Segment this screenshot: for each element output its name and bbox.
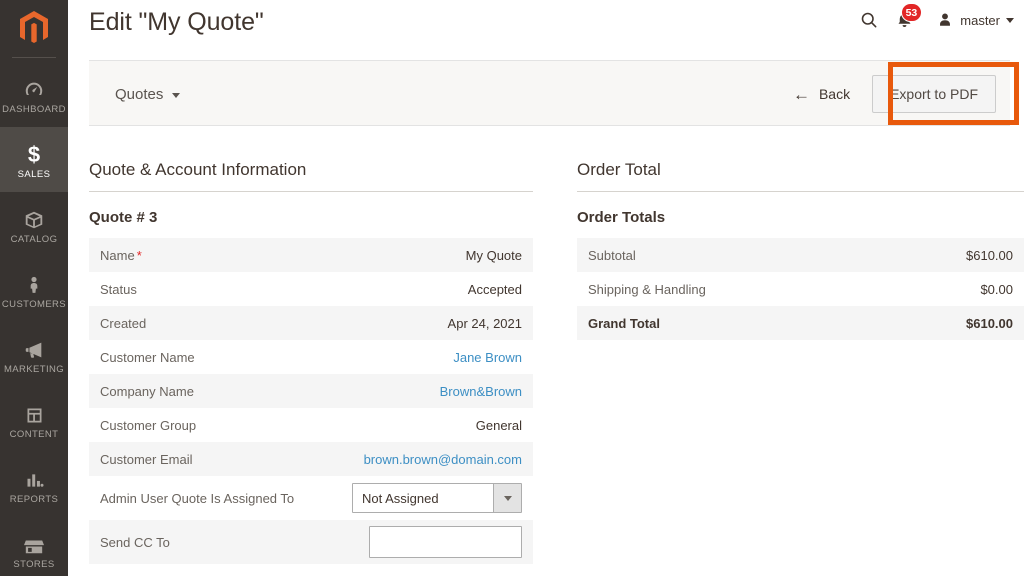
admin-sidebar: DASHBOARD $ SALES CATALOG CUSTOMERS MARK… bbox=[0, 0, 68, 576]
section-title: Order Total bbox=[577, 160, 1024, 192]
storefront-icon bbox=[23, 530, 45, 556]
magento-admin-page: DASHBOARD $ SALES CATALOG CUSTOMERS MARK… bbox=[0, 0, 1024, 576]
row-value: Accepted bbox=[467, 281, 522, 297]
order-totals-heading: Order Totals bbox=[577, 209, 666, 226]
sidebar-item-label: CATALOG bbox=[10, 233, 58, 245]
person-icon bbox=[24, 270, 44, 296]
search-button[interactable] bbox=[859, 7, 879, 33]
magento-logo-icon bbox=[20, 10, 48, 43]
row-label: Subtotal bbox=[588, 247, 636, 263]
sidebar-divider-top bbox=[12, 57, 56, 58]
quote-account-information-panel: Quote & Account Information Quote # 3 Na… bbox=[89, 160, 533, 564]
sidebar-item-customers[interactable]: CUSTOMERS bbox=[0, 257, 68, 322]
page-actions-right: ← Back Export to PDF bbox=[775, 61, 1010, 127]
chevron-down-icon bbox=[1006, 17, 1014, 23]
page-header: Edit "My Quote" 53 master bbox=[68, 0, 1024, 55]
row-control: Not Assigned bbox=[325, 476, 533, 520]
row-value: $610.00 bbox=[966, 247, 1013, 263]
back-button-label: Back bbox=[818, 86, 851, 102]
admin-user-assigned-select[interactable]: Not Assigned bbox=[352, 483, 522, 513]
megaphone-icon bbox=[23, 335, 45, 361]
sidebar-item-catalog[interactable]: CATALOG bbox=[0, 192, 68, 257]
sidebar-item-label: STORES bbox=[13, 558, 55, 570]
dashboard-gauge-icon bbox=[23, 75, 45, 101]
row-value: Apr 24, 2021 bbox=[447, 315, 522, 331]
sidebar-item-content[interactable]: CONTENT bbox=[0, 387, 68, 452]
quotes-switcher-label: Quotes bbox=[115, 85, 164, 103]
customer-email-link[interactable]: brown.brown@domain.com bbox=[325, 442, 533, 476]
table-row: Grand Total $610.00 bbox=[577, 306, 1024, 340]
row-value: $610.00 bbox=[966, 315, 1013, 331]
sidebar-item-reports[interactable]: REPORTS bbox=[0, 452, 68, 517]
row-control bbox=[325, 520, 533, 564]
row-label: Status bbox=[100, 281, 137, 297]
user-menu[interactable]: master bbox=[936, 11, 1014, 30]
customer-name-link[interactable]: Jane Brown bbox=[325, 340, 533, 374]
row-label: Company Name bbox=[100, 383, 194, 399]
row-label: Customer Name bbox=[100, 349, 195, 365]
sidebar-item-stores[interactable]: STORES bbox=[0, 517, 68, 576]
sidebar-item-label: CUSTOMERS bbox=[1, 298, 67, 310]
notifications-button[interactable]: 53 bbox=[895, 3, 923, 33]
box-icon bbox=[23, 205, 45, 231]
bar-chart-icon bbox=[24, 465, 45, 491]
back-button[interactable]: ← Back bbox=[775, 61, 872, 127]
row-label: Send CC To bbox=[100, 534, 170, 550]
table-row: Admin User Quote Is Assigned To Not Assi… bbox=[89, 476, 533, 520]
user-avatar-icon bbox=[940, 13, 951, 26]
sidebar-item-sales[interactable]: $ SALES bbox=[0, 127, 68, 192]
layout-page-icon bbox=[24, 400, 45, 426]
quote-info-table: Name * My Quote Status Accepted Created A… bbox=[89, 238, 533, 564]
row-value: $0.00 bbox=[980, 281, 1013, 297]
table-row: Shipping & Handling $0.00 bbox=[577, 272, 1024, 306]
export-button-wrap: Export to PDF bbox=[872, 61, 1010, 127]
row-label: Created bbox=[100, 315, 147, 331]
sidebar-item-dashboard[interactable]: DASHBOARD bbox=[0, 62, 68, 127]
page-title: Edit "My Quote" bbox=[89, 8, 264, 36]
row-label: Name * bbox=[100, 247, 142, 263]
send-cc-to-input[interactable] bbox=[369, 526, 522, 558]
quotes-switcher[interactable]: Quotes bbox=[115, 61, 181, 127]
row-label: Grand Total bbox=[588, 315, 660, 331]
row-label: Shipping & Handling bbox=[588, 281, 706, 297]
page-actions-toolbar: Quotes ← Back Export to PDF bbox=[89, 60, 1010, 126]
table-row: Status Accepted bbox=[89, 272, 533, 306]
section-title: Quote & Account Information bbox=[89, 160, 533, 192]
row-label: Customer Group bbox=[100, 417, 197, 433]
table-row: Subtotal $610.00 bbox=[577, 238, 1024, 272]
sidebar-item-label: REPORTS bbox=[9, 493, 59, 505]
chevron-down-icon bbox=[493, 484, 521, 512]
table-row: Company Name Brown&Brown bbox=[89, 374, 533, 408]
sidebar-item-label: CONTENT bbox=[9, 428, 59, 440]
magento-logo[interactable] bbox=[0, 0, 68, 55]
row-label: Customer Email bbox=[100, 451, 193, 467]
table-row: Created Apr 24, 2021 bbox=[89, 306, 533, 340]
sidebar-item-label: SALES bbox=[17, 168, 51, 180]
chevron-down-icon bbox=[172, 92, 181, 98]
table-row: Customer Group General bbox=[89, 408, 533, 442]
user-name: master bbox=[960, 12, 1000, 28]
sidebar-item-label: DASHBOARD bbox=[2, 103, 66, 115]
dollar-sign-icon: $ bbox=[27, 141, 41, 167]
sidebar-item-marketing[interactable]: MARKETING bbox=[0, 322, 68, 387]
notification-badge: 53 bbox=[900, 3, 923, 22]
table-row: Customer Name Jane Brown bbox=[89, 340, 533, 374]
admin-user-assigned-value: Not Assigned bbox=[362, 490, 439, 506]
order-total-panel: Order Total Order Totals Subtotal $610.0… bbox=[577, 160, 1024, 340]
row-value: General bbox=[475, 417, 522, 433]
arrow-left-icon: ← bbox=[792, 84, 810, 104]
table-row: Name * My Quote bbox=[89, 238, 533, 272]
row-label: Admin User Quote Is Assigned To bbox=[100, 490, 295, 506]
export-to-pdf-button[interactable]: Export to PDF bbox=[872, 75, 996, 113]
order-totals-table: Subtotal $610.00 Shipping & Handling $0.… bbox=[577, 238, 1024, 340]
quote-number-heading: Quote # 3 bbox=[89, 209, 158, 226]
required-marker: * bbox=[136, 247, 142, 263]
search-icon bbox=[861, 12, 877, 28]
sidebar-item-label: MARKETING bbox=[3, 363, 65, 375]
company-name-link[interactable]: Brown&Brown bbox=[325, 374, 533, 408]
header-actions: 53 master bbox=[859, 3, 1014, 33]
table-row: Customer Email brown.brown@domain.com bbox=[89, 442, 533, 476]
row-value: My Quote bbox=[465, 247, 522, 263]
table-row: Send CC To bbox=[89, 520, 533, 564]
